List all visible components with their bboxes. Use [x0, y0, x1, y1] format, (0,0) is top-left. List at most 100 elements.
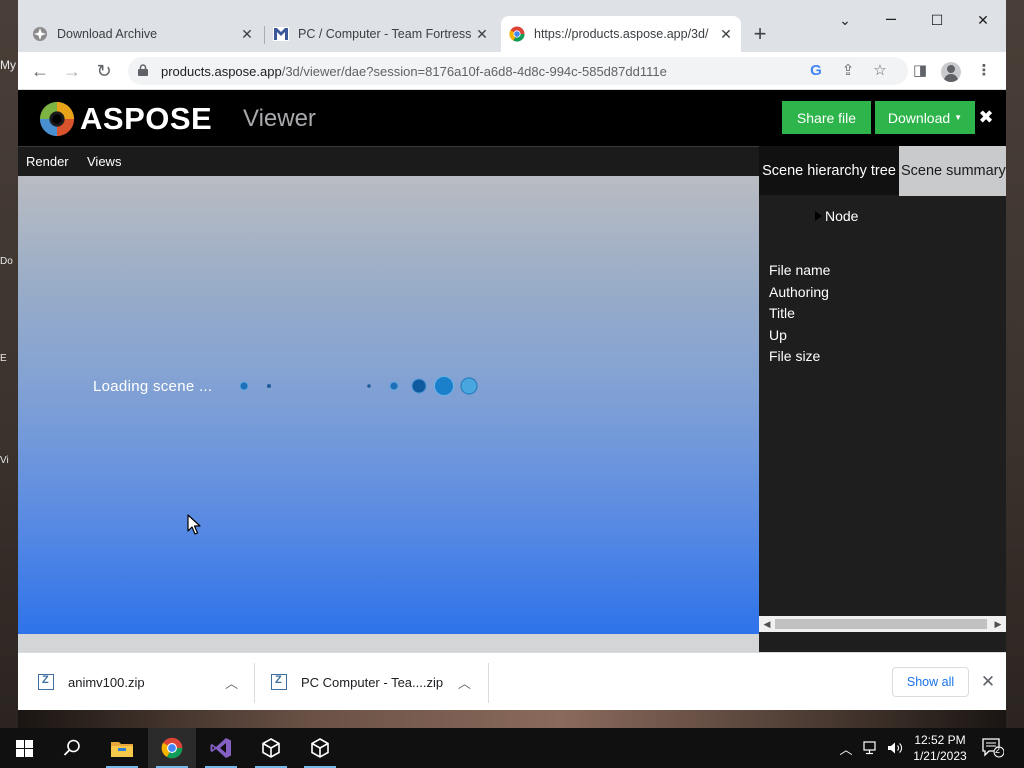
restore-button[interactable]: ☐ [926, 12, 948, 29]
url-host: products.aspose.app [161, 63, 282, 79]
address-bar[interactable]: products.aspose.app/3d/viewer/dae?sessio… [128, 57, 908, 85]
download-button[interactable]: Download ▼ [875, 101, 975, 134]
loading-dot [460, 377, 478, 395]
desktop-icon-label[interactable]: Vi [0, 455, 18, 466]
google-lens-icon[interactable]: G [806, 61, 826, 81]
summary-up: Up [769, 326, 787, 343]
file-explorer-icon[interactable] [98, 728, 146, 768]
desktop-icon-label[interactable]: My [0, 58, 18, 72]
summary-file-name: File name [769, 262, 831, 278]
show-hidden-icons-chevron-icon[interactable]: ︿ [836, 728, 856, 768]
aspose-logo[interactable]: ASPOSE [38, 100, 212, 138]
volume-icon[interactable] [884, 728, 906, 768]
zip-archive-icon [38, 674, 54, 690]
share-icon[interactable]: ⇪ [838, 61, 858, 81]
mouse-cursor-icon [187, 514, 201, 535]
summary-file-size: File size [769, 348, 821, 364]
summary-title: Title [769, 305, 795, 321]
tree-node[interactable]: Node [815, 208, 858, 224]
visual-studio-icon[interactable] [197, 728, 245, 768]
tab-search-button[interactable]: ⌄ [834, 12, 856, 29]
3d-viewport[interactable]: Loading scene ... [18, 176, 759, 634]
desktop-icon-label[interactable]: E [0, 353, 18, 364]
reload-button[interactable]: ↻ [94, 61, 114, 81]
download-item[interactable]: animv100.zip ︿ [38, 653, 253, 711]
desktop-icon-label[interactable]: Do [0, 256, 18, 267]
loading-dot [267, 384, 271, 388]
loading-dot [434, 376, 454, 396]
show-all-button[interactable]: Show all [892, 667, 969, 697]
system-clock[interactable]: 12:52 PM 1/21/2023 [905, 732, 975, 764]
tab-scene-summary[interactable]: Scene summary [899, 146, 1006, 196]
scroll-left-icon[interactable]: ◀ [760, 617, 774, 631]
shelf-separator [254, 663, 255, 703]
back-button[interactable]: ← [30, 61, 50, 81]
zip-archive-icon [271, 674, 287, 690]
new-tab-button[interactable]: + [748, 22, 772, 46]
menu-icon[interactable]: ⋮ [973, 61, 995, 81]
forward-button[interactable]: → [62, 61, 82, 81]
page-content: ASPOSE Viewer Share file Download ▼ ✖ Re… [18, 90, 1006, 652]
download-button-label: Download [887, 109, 951, 126]
app-title: Viewer [243, 105, 316, 132]
close-shelf-button[interactable]: ✕ [979, 671, 997, 693]
summary-authoring: Authoring [769, 283, 829, 300]
close-window-button[interactable]: ✕ [972, 12, 994, 29]
download-archive-favicon [32, 26, 48, 42]
close-viewer-button[interactable]: ✖ [978, 106, 994, 128]
tab-close-icon[interactable]: ✕ [717, 26, 735, 43]
share-file-button[interactable]: Share file [782, 101, 871, 134]
tab-close-icon[interactable]: ✕ [473, 26, 491, 43]
chevron-up-icon[interactable]: ︿ [225, 673, 238, 692]
side-panel-icon[interactable]: ◨ [909, 61, 931, 81]
tree-node-label: Node [825, 208, 859, 224]
loading-dot [367, 384, 371, 388]
tab-gmail[interactable]: PC / Computer - Team Fortress 2 ✕ [265, 16, 497, 52]
minimize-button[interactable]: – [880, 8, 902, 29]
tab-close-icon[interactable]: ✕ [238, 26, 256, 43]
chrome-icon[interactable] [148, 728, 196, 768]
windows-taskbar: ︿ 12:52 PM 1/21/2023 2 [0, 728, 1024, 768]
viewer-menubar: Render Views [18, 146, 759, 176]
search-icon[interactable] [48, 728, 96, 768]
menu-views[interactable]: Views [87, 154, 121, 169]
tab-title: https://products.aspose.app/3d/ [534, 27, 709, 41]
download-item[interactable]: PC Computer - Tea....zip ︿ [271, 653, 486, 711]
download-shelf: animv100.zip ︿ PC Computer - Tea....zip … [18, 652, 1006, 710]
logo-text: ASPOSE [80, 101, 213, 136]
viewport-scroll-area [18, 634, 759, 652]
caret-down-icon: ▼ [954, 113, 963, 122]
tab-title: Download Archive [57, 27, 158, 41]
clock-date: 1/21/2023 [913, 749, 967, 763]
gmail-favicon [273, 26, 289, 42]
tab-aspose[interactable]: https://products.aspose.app/3d/ ✕ [501, 16, 741, 52]
menu-render[interactable]: Render [26, 154, 69, 169]
url-path: /3d/viewer/dae?session=8176a10f-a6d8-4d8… [281, 63, 667, 79]
expand-triangle-icon[interactable] [815, 211, 822, 221]
scrollbar-thumb[interactable] [775, 619, 987, 629]
bookmark-star-icon[interactable]: ☆ [870, 61, 890, 81]
url-text: products.aspose.app/3d/viewer/dae?sessio… [161, 64, 667, 79]
unity-icon[interactable] [247, 728, 295, 768]
profile-icon[interactable] [941, 62, 961, 82]
network-icon[interactable] [860, 728, 882, 768]
tab-download-archive[interactable]: Download Archive ✕ [24, 16, 262, 52]
loading-dot [411, 378, 427, 394]
panel-horizontal-scrollbar[interactable]: ◀ ▶ [759, 616, 1006, 632]
start-icon[interactable] [0, 728, 48, 768]
aspose-swirl-icon [39, 101, 75, 137]
loading-dot [239, 381, 249, 391]
unity-icon[interactable] [296, 728, 344, 768]
tab-title: PC / Computer - Team Fortress 2 [298, 27, 473, 41]
lock-icon[interactable] [138, 63, 152, 79]
desktop-wallpaper-strip [18, 710, 1006, 728]
scene-summary-list: File name Authoring Title Up File size [769, 260, 830, 368]
shelf-separator [488, 663, 489, 703]
chevron-up-icon[interactable]: ︿ [458, 673, 471, 692]
app-header: ASPOSE Viewer Share file Download ▼ ✖ [18, 90, 1006, 146]
tab-scene-hierarchy-tree[interactable]: Scene hierarchy tree [759, 146, 899, 196]
notification-center-icon[interactable]: 2 [982, 738, 1005, 758]
scroll-right-icon[interactable]: ▶ [991, 617, 1005, 631]
browser-toolbar: ← → ↻ products.aspose.app/3d/viewer/dae?… [18, 52, 1006, 90]
clock-time: 12:52 PM [914, 733, 966, 747]
